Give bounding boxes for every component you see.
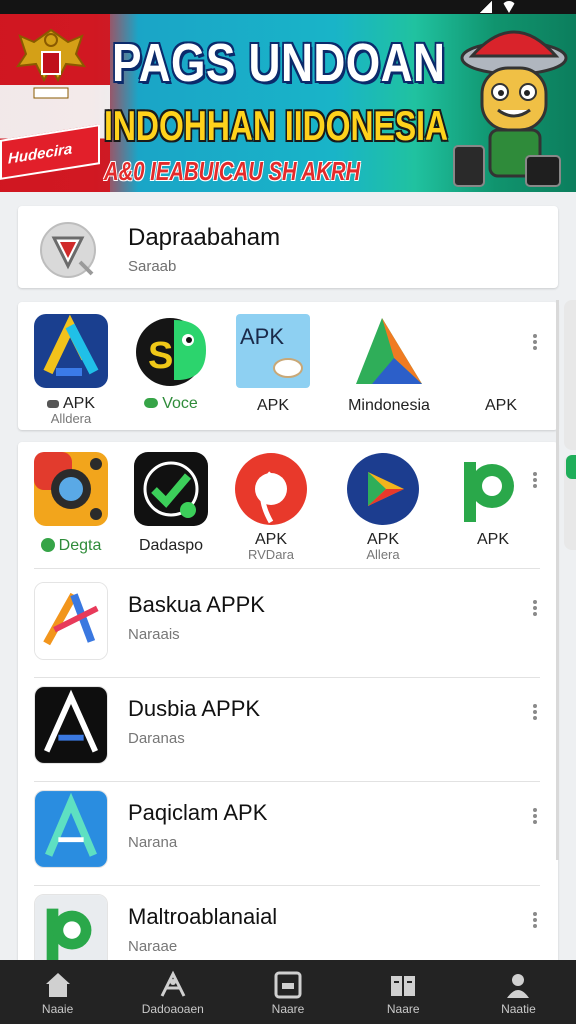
svg-text:APK: APK [240, 324, 284, 349]
banner-tagline: A&0 IEABUICAU SH AKRH [104, 156, 361, 186]
app-triangle-icon [356, 318, 422, 384]
grid-app-label: Dadaspo [138, 537, 204, 554]
book-icon [391, 976, 416, 996]
app-a-blue-icon [34, 314, 108, 388]
bottom-navigation: Naaie Dadoaoaen Naare Naare Naatie [0, 960, 576, 1024]
empty-app-slot [464, 314, 538, 388]
list-item[interactable]: Dusbia APPK Daranas [18, 678, 558, 782]
overflow-menu-icon[interactable] [530, 702, 540, 726]
apk-file-icon: APK [236, 314, 310, 388]
app-camera-icon [34, 452, 108, 526]
list-item-sub: Daranas [128, 730, 185, 747]
overflow-menu-icon[interactable] [530, 332, 540, 356]
app-s-green-icon: S [136, 318, 206, 386]
nav-label: Naare [386, 1002, 420, 1016]
grid-app-item[interactable]: APK APK [218, 314, 328, 414]
nav-tools[interactable]: Dadoaoaen [115, 960, 230, 1024]
tools-icon [160, 970, 186, 997]
side-panel-handle-2[interactable] [564, 455, 576, 550]
grid-app-item[interactable]: S Voce [116, 314, 226, 412]
grid-app-item[interactable]: APK [438, 452, 548, 548]
list-item-title: Baskua APPK [128, 592, 265, 617]
mascot-character-icon [453, 30, 568, 187]
list-item-title: Maltroablanaial [128, 904, 278, 929]
overflow-menu-icon[interactable] [530, 598, 540, 622]
app-grid-card-1: APK Alldera S Voce APK APK Mindonesia AP… [18, 302, 558, 430]
app-dark-a-icon [34, 686, 108, 764]
list-item-title: Paqiclam APK [128, 800, 268, 825]
svg-text:S: S [148, 335, 173, 377]
grid-app-item[interactable]: APK RVDara [216, 452, 326, 561]
signal-icon [480, 1, 492, 13]
wifi-icon [502, 1, 516, 13]
banner-title: PAGS UNDOAN [112, 33, 446, 93]
overflow-menu-icon[interactable] [530, 470, 540, 494]
grid-app-label: APK [254, 531, 287, 548]
app-list-card: Degta Dadaspo APK RVDara APK Allera APK … [16, 442, 558, 972]
person-icon [507, 974, 530, 998]
grid-app-item[interactable]: Mindonesia [334, 314, 444, 414]
media-icon [274, 971, 302, 999]
grid-app-item[interactable]: APK Alldera [16, 314, 126, 425]
grid-app-item[interactable]: APK Allera [328, 452, 438, 561]
grid-app-label: APK [62, 395, 95, 412]
green-play-icon [40, 538, 55, 552]
list-item-title: Dusbia APPK [128, 696, 261, 721]
featured-app-card[interactable]: Dapraabaham Saraab [18, 206, 558, 288]
nav-home[interactable]: Naaie [0, 960, 115, 1024]
app-check-icon [134, 452, 208, 526]
grid-app-label: Degta [58, 537, 102, 554]
grid-app-sub: Allera [366, 547, 400, 562]
nav-label: Naatie [501, 1002, 536, 1016]
garuda-emblem-icon [15, 28, 87, 99]
nav-label: Naaie [41, 1002, 74, 1016]
grid-app-sub: RVDara [247, 547, 294, 562]
nav-label: Naare [271, 1002, 305, 1016]
grid-app-item[interactable]: APK [446, 314, 556, 414]
side-panel-handle[interactable] [564, 300, 576, 450]
featured-app-title: Dapraabaham [128, 224, 281, 251]
status-bar [0, 0, 576, 14]
app-p-green-icon [464, 462, 514, 522]
nav-profile[interactable]: Naatie [461, 960, 576, 1024]
scrollbar[interactable] [556, 300, 559, 860]
grid-app-label: APK [476, 531, 509, 548]
nav-media[interactable]: Naare [230, 960, 345, 1024]
controller-icon [46, 400, 59, 408]
grid-app-label: Mindonesia [348, 397, 430, 414]
grid-app-sub: Alldera [50, 411, 92, 426]
list-item[interactable]: Baskua APPK Naraais [18, 574, 558, 678]
banner-subtitle: INDOHHAN IIDONESIA [104, 102, 449, 149]
grid-app-label: APK [366, 531, 399, 548]
green-leaf-icon [144, 398, 159, 408]
app-blue-a-icon [34, 790, 108, 868]
overflow-menu-icon[interactable] [530, 806, 540, 830]
grid-app-item[interactable]: Degta [16, 452, 126, 554]
list-item-sub: Naraais [128, 626, 180, 643]
app-colorful-a-icon [34, 582, 108, 660]
nav-library[interactable]: Naare [346, 960, 461, 1024]
nav-label: Dadoaoaen [141, 1002, 204, 1016]
list-item[interactable]: Paqiclam APK Narana [18, 782, 558, 886]
grid-app-item[interactable]: Dadaspo [116, 452, 226, 554]
list-item-sub: Narana [128, 834, 178, 851]
overflow-menu-icon[interactable] [530, 910, 540, 934]
home-icon [45, 973, 70, 997]
list-item-sub: Naraae [128, 938, 178, 955]
shield-v-icon [40, 222, 96, 278]
green-leaf-icon [566, 455, 576, 479]
app-play-ball-icon [347, 453, 419, 525]
divider [34, 568, 540, 569]
grid-app-label: APK [484, 397, 517, 414]
featured-app-subtitle: Saraab [128, 258, 177, 275]
grid-app-label: Voce [162, 395, 198, 412]
grid-app-label: APK [256, 397, 289, 414]
app-red-circle-icon [235, 453, 307, 525]
promo-banner[interactable]: Hudecira PAGS UNDOAN INDOHHAN IIDONESIA … [0, 14, 576, 192]
